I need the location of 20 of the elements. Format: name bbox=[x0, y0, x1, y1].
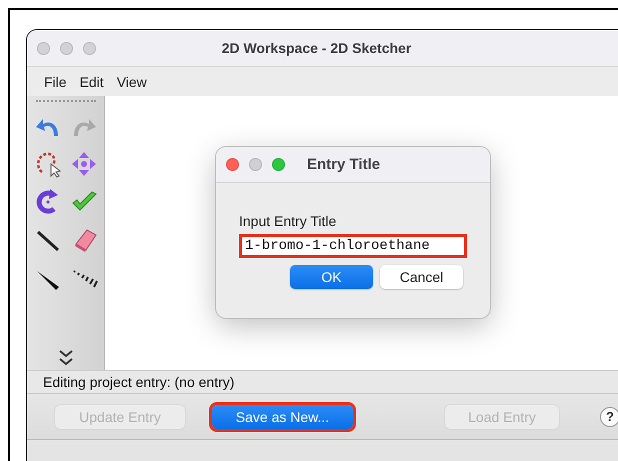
title-input-field[interactable]: 1-bromo-1-chloroethane bbox=[239, 234, 467, 258]
status-text: Editing project entry: (no entry) bbox=[27, 370, 618, 393]
menu-item[interactable]: View bbox=[112, 74, 155, 90]
help-button[interactable]: ? bbox=[600, 406, 618, 426]
menu-item[interactable]: File bbox=[39, 74, 75, 90]
window-control-icon[interactable] bbox=[83, 42, 96, 54]
dialog-title: Entry Title bbox=[307, 156, 380, 173]
chevron-icon[interactable] bbox=[58, 348, 74, 368]
window-control-icon[interactable] bbox=[60, 42, 73, 54]
window-title: 2D Workspace - 2D Sketcher bbox=[220, 40, 412, 56]
window-control-icon[interactable] bbox=[249, 158, 262, 171]
entry-button[interactable]: Save as New... bbox=[212, 404, 353, 428]
dialog-button[interactable]: OK bbox=[290, 265, 373, 289]
move-icon[interactable] bbox=[70, 150, 98, 178]
menu-item[interactable]: Edit bbox=[74, 74, 112, 90]
field-label: Input Entry Title bbox=[239, 213, 338, 229]
window-control-icon[interactable] bbox=[226, 158, 239, 171]
window-control-icon[interactable] bbox=[37, 42, 50, 54]
window-control-icon[interactable] bbox=[272, 158, 285, 171]
dialog-button[interactable]: Cancel bbox=[380, 265, 463, 289]
